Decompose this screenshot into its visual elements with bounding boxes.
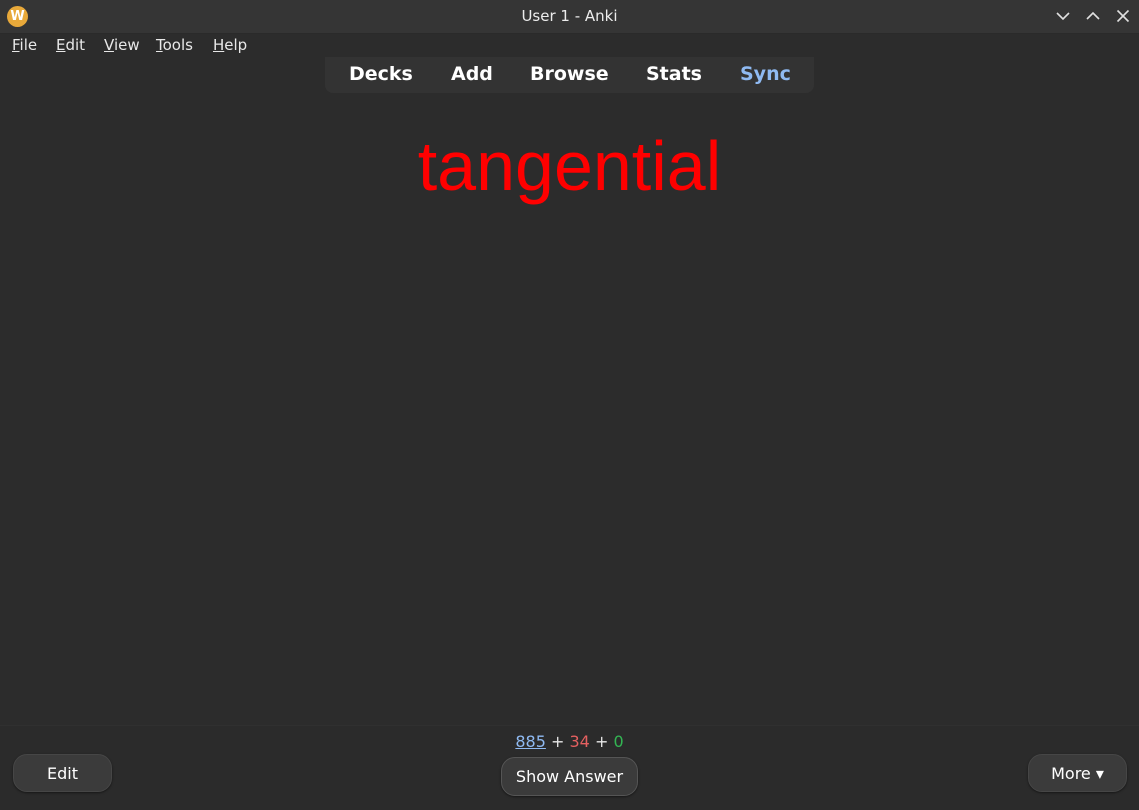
minimize-icon[interactable] [1053,6,1073,26]
toolbar-stats-link[interactable]: Stats [646,63,702,85]
review-bottom-bar: 885 + 34 + 0 Edit Show Answer More ▾ [0,725,1139,810]
menu-edit[interactable]: Edit [56,36,85,54]
learn-count: 34 [569,732,590,751]
menu-help[interactable]: Help [213,36,247,54]
review-count: 0 [613,732,624,751]
show-answer-button[interactable]: Show Answer [501,757,638,796]
new-count[interactable]: 885 [515,732,546,751]
toolbar-sync-link[interactable]: Sync [740,63,791,85]
close-icon[interactable] [1113,6,1133,26]
edit-button[interactable]: Edit [13,754,112,792]
toolbar-add-link[interactable]: Add [451,63,493,85]
maximize-icon[interactable] [1083,6,1103,26]
menu-file[interactable]: File [12,36,37,54]
card-front-text: tangential [417,127,722,205]
window-title: User 1 - Anki [521,7,618,25]
toolbar-browse-link[interactable]: Browse [530,63,609,85]
due-counts: 885 + 34 + 0 [0,732,1139,751]
menu-view[interactable]: View [104,36,140,54]
more-button[interactable]: More ▾ [1028,754,1127,792]
main-toolbar: Decks Add Browse Stats Sync [325,57,814,93]
menu-bar: File Edit View Tools Help [0,34,1139,56]
toolbar-decks-link[interactable]: Decks [349,63,413,85]
count-separator: + [589,732,614,751]
title-bar: W User 1 - Anki [0,0,1139,34]
count-separator: + [545,732,570,751]
menu-tools[interactable]: Tools [156,36,193,54]
